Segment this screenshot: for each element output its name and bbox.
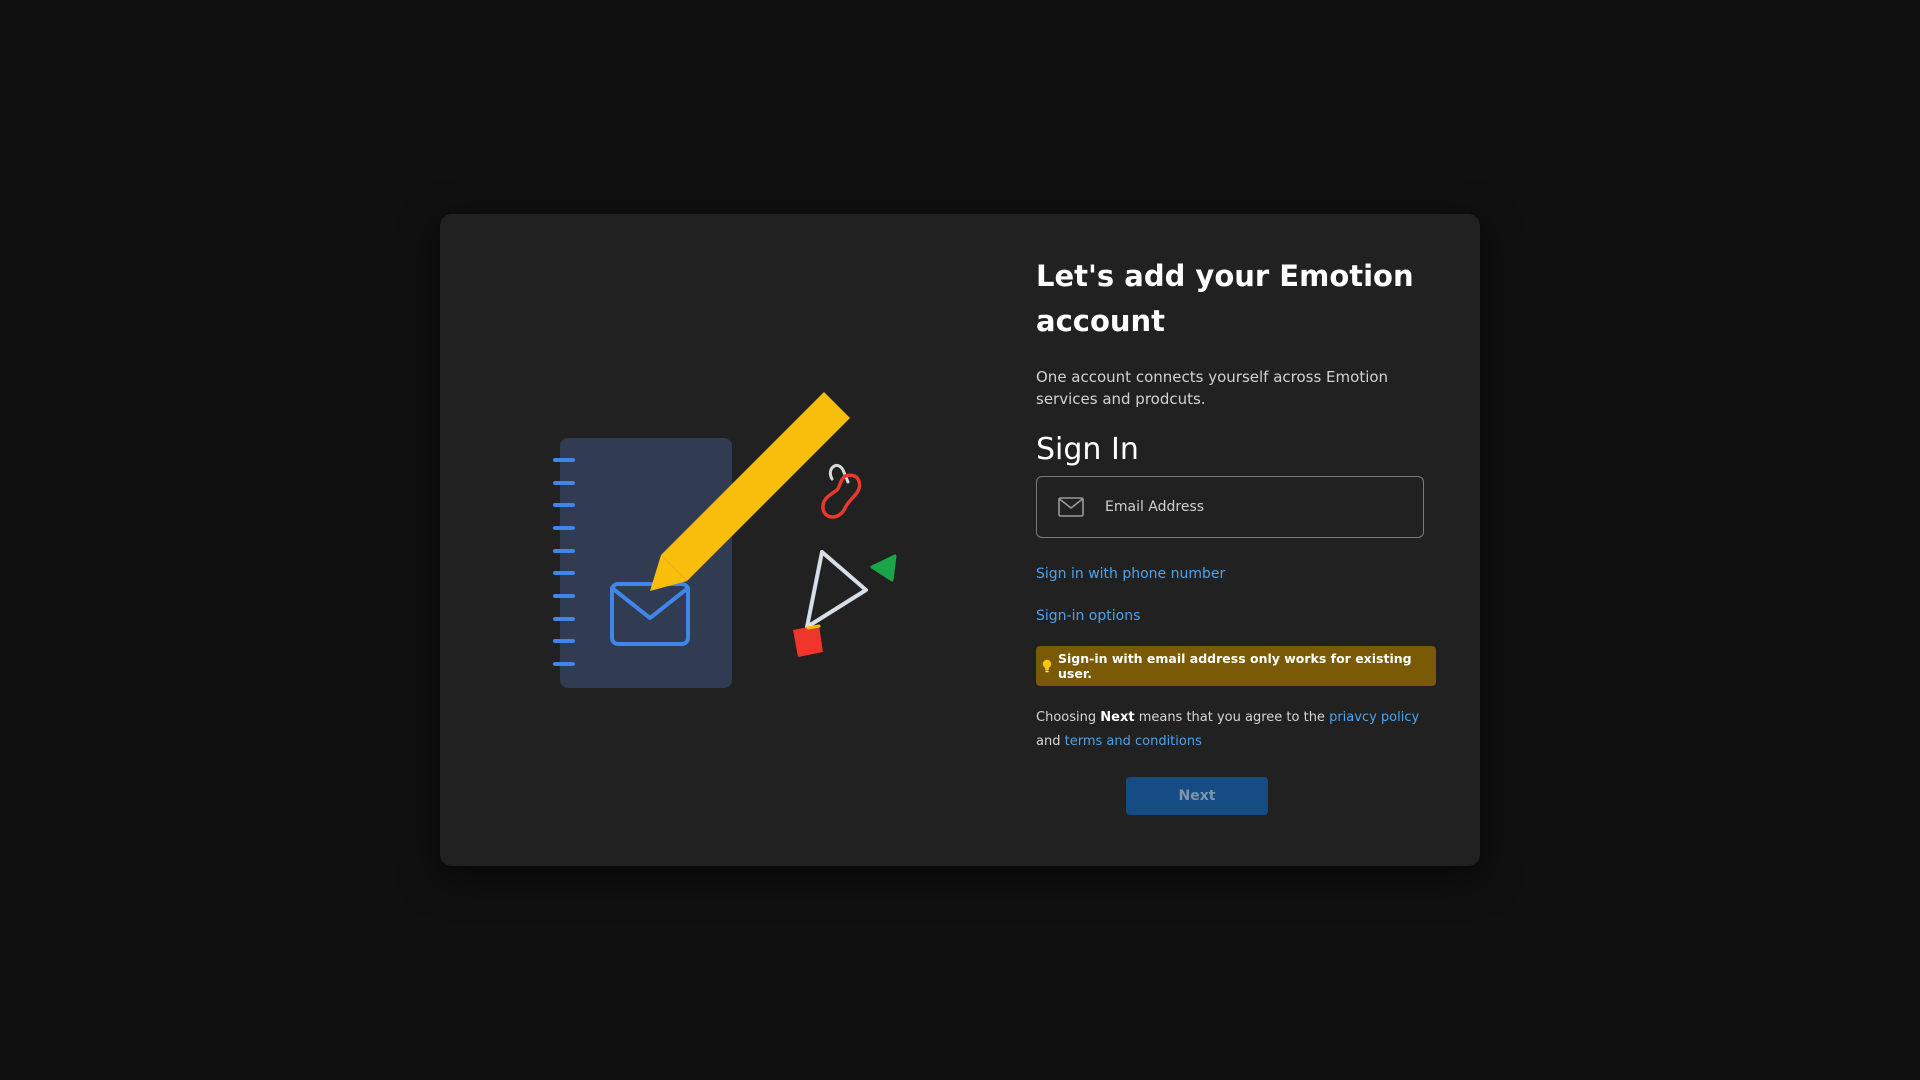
- sign-in-phone-link[interactable]: Sign in with phone number: [1036, 566, 1436, 582]
- envelope-icon: [1058, 497, 1084, 517]
- paperclip-icon: [821, 464, 862, 519]
- terms-and: and: [1036, 734, 1061, 749]
- terms-conditions-link[interactable]: terms and conditions: [1065, 734, 1202, 749]
- terms-text: Choosing Next means that you agree to th…: [1036, 706, 1436, 754]
- sign-in-illustration: [540, 384, 920, 704]
- illustration-svg: [553, 392, 897, 688]
- terms-prefix: Choosing: [1036, 710, 1097, 725]
- terms-middle: means that you agree to the: [1138, 710, 1325, 725]
- email-field[interactable]: [1036, 476, 1424, 538]
- lightbulb-icon: [1042, 659, 1052, 673]
- page-title: Let's add your Emotion account: [1036, 259, 1414, 338]
- red-square-icon: [793, 624, 823, 657]
- terms-next-word: Next: [1100, 710, 1135, 725]
- privacy-policy-link[interactable]: priavcy policy: [1329, 710, 1419, 725]
- existing-user-notice: Sign-in with email address only works fo…: [1036, 646, 1436, 686]
- sign-in-form: Let's add your Emotion account One accou…: [1036, 254, 1436, 754]
- triangle-outline-icon: [805, 550, 868, 629]
- notice-text: Sign-in with email address only works fo…: [1058, 651, 1412, 681]
- sign-in-dialog: Let's add your Emotion account One accou…: [440, 214, 1480, 866]
- sign-in-options-link[interactable]: Sign-in options: [1036, 608, 1436, 624]
- email-input[interactable]: [1103, 498, 1407, 516]
- page-subtitle: One account connects yourself across Emo…: [1036, 368, 1389, 408]
- notebook-icon: [553, 438, 732, 688]
- next-button[interactable]: Next: [1126, 777, 1268, 815]
- sign-in-heading: Sign In: [1036, 432, 1139, 467]
- green-triangle-icon: [870, 554, 897, 582]
